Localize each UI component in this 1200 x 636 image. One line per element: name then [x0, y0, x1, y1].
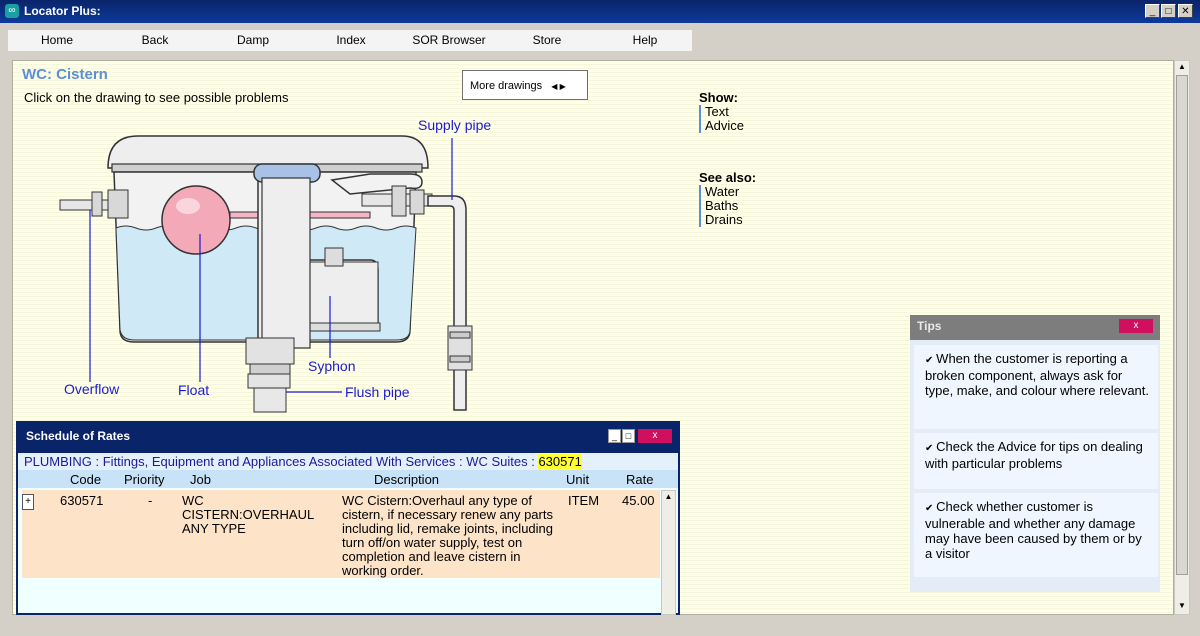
- show-heading: Show:: [699, 90, 738, 105]
- label-syphon[interactable]: Syphon: [308, 358, 355, 374]
- col-priority[interactable]: Priority: [124, 472, 164, 487]
- schedule-scrollbar[interactable]: ▲: [661, 490, 676, 615]
- col-code[interactable]: Code: [70, 472, 101, 487]
- see-also-baths-link[interactable]: Baths: [705, 199, 756, 213]
- menu-store[interactable]: Store: [498, 33, 596, 47]
- more-drawings-label: More drawings: [470, 80, 543, 92]
- app-icon: ∞: [5, 4, 19, 18]
- menu-damp[interactable]: Damp: [204, 33, 302, 47]
- supply-pipe: [427, 195, 467, 411]
- menu-home[interactable]: Home: [8, 33, 106, 47]
- flush-pipe-nut: [247, 373, 291, 389]
- breadcrumb-path: PLUMBING : Fittings, Equipment and Appli…: [24, 454, 539, 469]
- overflow-nut: [91, 191, 103, 217]
- tip-item: ✔ Check whether customer is vulnerable a…: [914, 493, 1158, 577]
- flush-pipe-collar: [245, 337, 295, 365]
- cell-job: WC CISTERN:OVERHAUL ANY TYPE: [182, 493, 314, 536]
- show-panel: Show: Text Advice: [699, 90, 744, 133]
- show-list: Text Advice: [699, 105, 744, 133]
- cell-unit: ITEM: [568, 493, 600, 508]
- menu-index[interactable]: Index: [302, 33, 400, 47]
- check-icon: ✔: [925, 503, 937, 514]
- menu-sor-browser[interactable]: SOR Browser: [400, 33, 498, 47]
- overflow-nut-2: [107, 189, 129, 219]
- table-row[interactable]: 630571 - WC CISTERN:OVERHAUL ANY TYPE WC…: [22, 490, 660, 578]
- cell-code: 630571: [60, 493, 104, 508]
- page-title: WC: Cistern: [22, 66, 108, 83]
- col-description[interactable]: Description: [374, 472, 439, 487]
- schedule-minimize-button[interactable]: _: [608, 429, 621, 443]
- schedule-of-rates-panel: Schedule of Rates _ □ x PLUMBING : Fitti…: [16, 421, 680, 615]
- breadcrumb-code: 630571: [538, 454, 582, 469]
- menu-back[interactable]: Back: [106, 33, 204, 47]
- tips-title: Tips: [917, 319, 942, 333]
- cistern-lid: [107, 135, 429, 169]
- show-text-link[interactable]: Text: [705, 105, 744, 119]
- label-float[interactable]: Float: [178, 382, 209, 398]
- see-also-water-link[interactable]: Water: [705, 185, 756, 199]
- schedule-title: Schedule of Rates: [26, 429, 131, 443]
- schedule-breadcrumb[interactable]: PLUMBING : Fittings, Equipment and Appli…: [18, 453, 678, 470]
- col-unit[interactable]: Unit: [566, 472, 589, 487]
- window-title: Locator Plus:: [24, 4, 101, 18]
- check-icon: ✔: [925, 355, 937, 366]
- maximize-button[interactable]: □: [1161, 4, 1176, 18]
- tip-text: Check whether customer is vulnerable and…: [925, 499, 1142, 561]
- close-window-button[interactable]: ✕: [1178, 4, 1193, 18]
- tip-text: Check the Advice for tips on dealing wit…: [925, 439, 1143, 471]
- more-drawings-button[interactable]: More drawings ◀ ▶: [462, 70, 588, 100]
- label-overflow[interactable]: Overflow: [64, 381, 119, 397]
- tips-header: Tips x: [910, 315, 1160, 340]
- tip-item: ✔ Check the Advice for tips on dealing w…: [914, 433, 1158, 489]
- cell-priority: -: [148, 493, 153, 508]
- tips-close-button[interactable]: x: [1119, 319, 1153, 333]
- flush-pipe: [253, 387, 287, 413]
- tip-text: When the customer is reporting a broken …: [925, 351, 1150, 398]
- tip-item: ✔ When the customer is reporting a broke…: [914, 345, 1158, 429]
- minimize-button[interactable]: _: [1145, 4, 1160, 18]
- schedule-close-button[interactable]: x: [638, 429, 672, 443]
- col-rate[interactable]: Rate: [626, 472, 653, 487]
- menu-help[interactable]: Help: [596, 33, 694, 47]
- schedule-maximize-button[interactable]: □: [622, 429, 635, 443]
- arrows-icon: ◀ ▶: [551, 82, 566, 91]
- schedule-header: Schedule of Rates _ □ x: [18, 423, 678, 453]
- cistern-diagram[interactable]: [50, 120, 510, 420]
- menu-bar: Home Back Damp Index SOR Browser Store H…: [8, 30, 692, 51]
- float-ball: [161, 185, 231, 255]
- see-also-panel: See also: Water Baths Drains: [699, 170, 756, 227]
- scroll-up-icon[interactable]: ▲: [663, 492, 674, 504]
- scroll-thumb[interactable]: [1176, 75, 1188, 575]
- show-advice-link[interactable]: Advice: [705, 119, 744, 133]
- instructions-text: Click on the drawing to see possible pro…: [24, 90, 289, 105]
- check-icon: ✔: [925, 443, 937, 454]
- main-scrollbar[interactable]: ▲ ▼: [1174, 60, 1190, 615]
- label-flush-pipe[interactable]: Flush pipe: [345, 384, 410, 400]
- see-also-drains-link[interactable]: Drains: [705, 213, 756, 227]
- tips-panel: Tips x ✔ When the customer is reporting …: [910, 315, 1160, 592]
- expand-row-button[interactable]: +: [22, 494, 34, 510]
- col-job[interactable]: Job: [190, 472, 211, 487]
- see-also-heading: See also:: [699, 170, 757, 185]
- label-supply-pipe[interactable]: Supply pipe: [418, 117, 491, 133]
- schedule-column-headers: Code Priority Job Description Unit Rate: [18, 470, 678, 488]
- cell-description: WC Cistern:Overhaul any type of cistern,…: [342, 493, 554, 578]
- cell-rate: 45.00: [622, 493, 655, 508]
- see-also-list: Water Baths Drains: [699, 185, 756, 227]
- title-bar: ∞ Locator Plus: _ □ ✕: [0, 0, 1200, 23]
